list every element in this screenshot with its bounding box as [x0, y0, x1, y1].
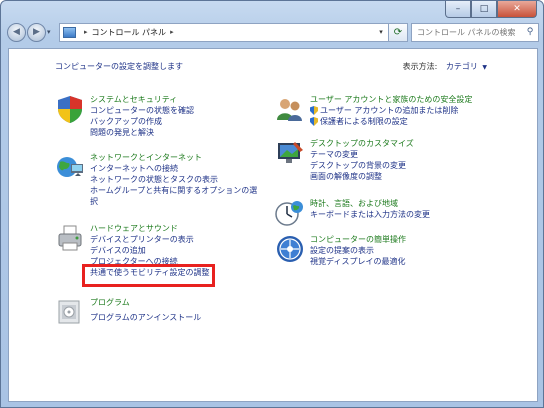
printer-icon [58, 225, 82, 251]
caption-buttons: – □ ✕ [445, 1, 537, 18]
category-title[interactable]: コンピューターの簡単操作 [310, 234, 406, 245]
search-box[interactable]: ⚲ [411, 22, 539, 42]
view-by-label: 表示方法: [402, 62, 438, 71]
link-label: ユーザー アカウントの追加または削除 [320, 106, 459, 115]
uac-shield-icon [310, 117, 318, 126]
link-check-status[interactable]: コンピューターの状態を確認 [90, 105, 194, 116]
link-create-backup[interactable]: バックアップの作成 [90, 116, 194, 127]
back-button[interactable]: ◀ [7, 22, 26, 42]
refresh-button[interactable]: ⟳ [389, 22, 408, 42]
programs-icon [58, 300, 80, 324]
chevron-right-icon[interactable]: ▸ [170, 28, 174, 36]
link-add-device[interactable]: デバイスの追加 [90, 245, 210, 256]
breadcrumb-control-panel[interactable]: コントロール パネル [92, 27, 167, 38]
link-optimize-display[interactable]: 視覚ディスプレイの最適化 [310, 256, 406, 267]
highlight-box [82, 264, 215, 287]
recent-pages-dropdown[interactable]: ▾ [47, 28, 56, 36]
link-uninstall-program[interactable]: プログラムのアンインストール [90, 312, 201, 323]
maximize-icon[interactable]: □ [471, 1, 497, 18]
uac-shield-icon [310, 106, 318, 115]
category-title[interactable]: ネットワークとインターネット [90, 152, 265, 163]
link-change-theme[interactable]: テーマの変更 [310, 149, 414, 160]
page-title: コンピューターの設定を調整します [55, 62, 183, 71]
desktop-personalize-icon [278, 142, 303, 163]
link-connect-internet[interactable]: インターネットへの接続 [90, 163, 265, 174]
content-pane: コンピューターの設定を調整します 表示方法: カテゴリ ▼ システムとセキュリテ… [8, 48, 538, 402]
category-title[interactable]: デスクトップのカスタマイズ [310, 138, 414, 149]
control-panel-icon [63, 26, 76, 38]
chevron-down-icon[interactable]: ▼ [482, 64, 487, 71]
address-bar[interactable]: ▸ コントロール パネル ▸ ▾ [59, 22, 389, 42]
link-parental-controls[interactable]: 保護者による制限の設定 [310, 116, 472, 127]
users-icon [277, 99, 302, 121]
control-panel-window: – □ ✕ ◀ ▶ ▾ ▸ コントロール パネル ▸ ▾ ⟳ ⚲ コンピューター… [0, 0, 544, 408]
network-globe-icon [57, 157, 83, 177]
link-devices-printers[interactable]: デバイスとプリンターの表示 [90, 234, 210, 245]
category-title[interactable]: システムとセキュリティ [90, 94, 194, 105]
link-desktop-background[interactable]: デスクトップの背景の変更 [310, 160, 414, 171]
link-keyboard-input[interactable]: キーボードまたは入力方法の変更 [310, 209, 430, 220]
ease-of-access-icon [277, 236, 303, 262]
clock-globe-icon [275, 201, 303, 226]
search-input[interactable] [417, 27, 522, 37]
view-by-dropdown[interactable]: カテゴリ [446, 62, 478, 71]
navigation-toolbar: ◀ ▶ ▾ ▸ コントロール パネル ▸ ▾ ⟳ ⚲ [7, 20, 539, 44]
close-icon[interactable]: ✕ [497, 1, 537, 18]
category-title[interactable]: ユーザー アカウントと家族のための安全設定 [310, 94, 472, 105]
minimize-icon[interactable]: – [445, 1, 471, 18]
category-title[interactable]: 時計、言語、および地域 [310, 198, 430, 209]
forward-button[interactable]: ▶ [27, 22, 46, 42]
view-by: 表示方法: カテゴリ ▼ [403, 61, 487, 72]
category-title[interactable]: プログラム [90, 297, 201, 308]
category-title[interactable]: ハードウェアとサウンド [90, 223, 210, 234]
shield-icon [58, 96, 82, 123]
link-network-status[interactable]: ネットワークの状態とタスクの表示 [90, 174, 265, 185]
link-troubleshoot[interactable]: 問題の発見と解決 [90, 127, 194, 138]
address-dropdown-icon[interactable]: ▾ [374, 28, 388, 36]
link-suggested-settings[interactable]: 設定の提案の表示 [310, 245, 406, 256]
search-icon[interactable]: ⚲ [522, 27, 538, 37]
link-homegroup-options[interactable]: ホームグループと共有に関するオプションの選択 [90, 185, 265, 207]
chevron-right-icon[interactable]: ▸ [84, 28, 88, 36]
link-screen-resolution[interactable]: 画面の解像度の調整 [310, 171, 414, 182]
link-add-remove-accounts[interactable]: ユーザー アカウントの追加または削除 [310, 105, 472, 116]
link-label: 保護者による制限の設定 [320, 117, 408, 126]
